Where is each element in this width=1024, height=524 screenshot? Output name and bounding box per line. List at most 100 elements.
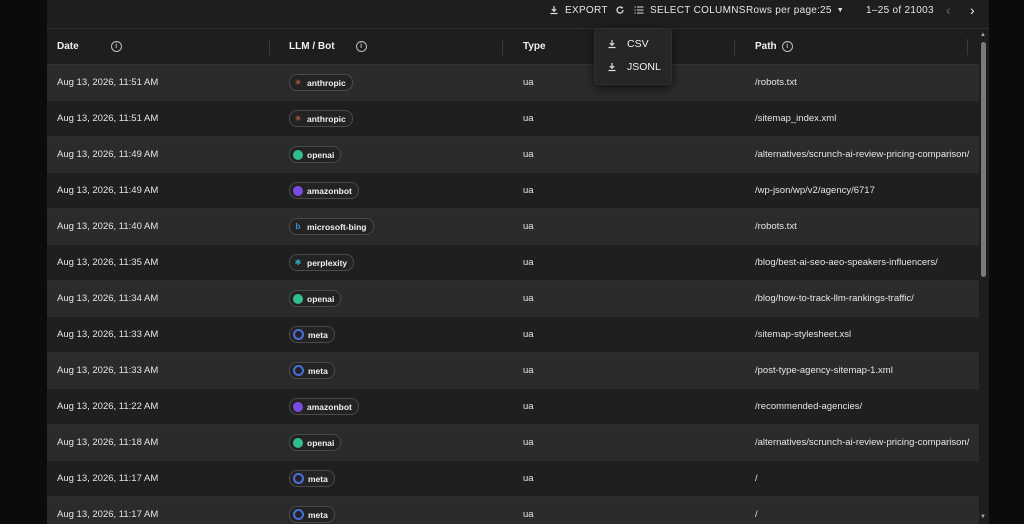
table-row[interactable]: Aug 13, 2026, 11:18 AM openai ua /altern…: [47, 425, 979, 461]
table-row[interactable]: Aug 13, 2026, 11:49 AM amazonbot ua /wp-…: [47, 173, 979, 209]
bot-name: meta: [308, 509, 328, 520]
bot-chip[interactable]: meta: [289, 506, 335, 523]
column-header-label: Type: [523, 41, 546, 52]
cell-date: Aug 13, 2026, 11:17 AM: [57, 509, 159, 520]
bot-icon: [293, 401, 303, 412]
bot-icon: b: [295, 221, 301, 231]
bot-icon: [293, 185, 303, 196]
table-row[interactable]: Aug 13, 2026, 11:33 AM meta ua /sitemap-…: [47, 317, 979, 353]
cell-bot: meta: [289, 317, 335, 352]
cell-type: ua: [523, 149, 534, 160]
cell-path: /robots.txt: [755, 221, 797, 232]
bot-icon: ✳: [294, 113, 302, 123]
bot-icon: [293, 293, 303, 304]
bot-name: meta: [308, 365, 328, 376]
bot-icon: [293, 365, 304, 376]
scrollbar-thumb[interactable]: [981, 42, 986, 277]
table-row[interactable]: Aug 13, 2026, 11:40 AM b microsoft-bing u…: [47, 209, 979, 245]
bot-chip[interactable]: meta: [289, 362, 335, 379]
bot-chip[interactable]: amazonbot: [289, 182, 359, 199]
bot-icon: [293, 437, 303, 448]
bot-icon: ✳: [294, 77, 302, 87]
pagination-range: 1–25 of 21003: [866, 4, 934, 16]
bot-chip[interactable]: ✳ anthropic: [289, 74, 353, 91]
cell-path: /: [755, 509, 758, 520]
column-header-type[interactable]: Type: [523, 29, 546, 64]
select-columns-button[interactable]: SELECT COLUMNS: [634, 0, 746, 20]
cell-date: Aug 13, 2026, 11:34 AM: [57, 293, 159, 304]
column-header-date[interactable]: Date i: [57, 29, 122, 64]
column-header-label: Path: [755, 41, 777, 52]
cell-date: Aug 13, 2026, 11:17 AM: [57, 473, 159, 484]
export-jsonl-option[interactable]: JSONL: [595, 56, 671, 78]
rows-per-page-value: 25: [820, 4, 832, 16]
cell-bot: b microsoft-bing: [289, 209, 374, 244]
bot-chip[interactable]: ✱ perplexity: [289, 254, 355, 271]
cell-bot: ✳ anthropic: [289, 101, 353, 136]
rows-per-page-select[interactable]: 25 ▼: [820, 0, 844, 20]
cell-path: /post-type-agency-sitemap-1.xml: [755, 365, 893, 376]
cell-type: ua: [523, 185, 534, 196]
column-divider[interactable]: [502, 39, 503, 55]
bot-chip[interactable]: ✳ anthropic: [289, 110, 353, 127]
cell-type: ua: [523, 113, 534, 124]
cell-path: /wp-json/wp/v2/agency/6717: [755, 185, 875, 196]
cell-bot: meta: [289, 353, 335, 388]
vertical-scrollbar[interactable]: ▲ ▼: [980, 32, 987, 524]
table-row[interactable]: Aug 13, 2026, 11:17 AM meta ua /: [47, 461, 979, 497]
bot-chip[interactable]: meta: [289, 470, 335, 487]
column-divider[interactable]: [734, 39, 735, 55]
column-header-path[interactable]: Path i: [755, 29, 793, 64]
cell-date: Aug 13, 2026, 11:35 AM: [57, 257, 159, 268]
export-menu: CSV JSONL: [594, 28, 672, 85]
table-row[interactable]: Aug 13, 2026, 11:22 AM amazonbot ua /rec…: [47, 389, 979, 425]
table-body: Aug 13, 2026, 11:51 AM ✳ anthropic ua /ro…: [47, 65, 979, 524]
cell-type: ua: [523, 293, 534, 304]
cell-path: /robots.txt: [755, 77, 797, 88]
table-row[interactable]: Aug 13, 2026, 11:34 AM openai ua /blog/h…: [47, 281, 979, 317]
info-icon[interactable]: i: [110, 41, 122, 52]
table-row[interactable]: Aug 13, 2026, 11:49 AM openai ua /altern…: [47, 137, 979, 173]
cell-bot: openai: [289, 137, 342, 172]
bot-chip[interactable]: openai: [289, 146, 342, 163]
scroll-up-arrow-icon[interactable]: ▲: [980, 32, 986, 38]
prev-page-button[interactable]: ‹: [946, 0, 951, 20]
refresh-button[interactable]: [615, 0, 631, 20]
bot-name: openai: [307, 149, 335, 160]
export-csv-option[interactable]: CSV: [595, 33, 671, 55]
next-page-button[interactable]: ›: [970, 0, 975, 20]
cell-type: ua: [523, 401, 534, 412]
cell-date: Aug 13, 2026, 11:51 AM: [57, 77, 159, 88]
bot-chip[interactable]: b microsoft-bing: [289, 218, 374, 235]
column-divider[interactable]: [967, 39, 968, 55]
bot-chip[interactable]: openai: [289, 290, 342, 307]
scroll-down-arrow-icon[interactable]: ▼: [980, 514, 986, 520]
table-row[interactable]: Aug 13, 2026, 11:51 AM ✳ anthropic ua /ro…: [47, 65, 979, 101]
caret-down-icon: ▼: [836, 6, 844, 14]
column-header-bot[interactable]: LLM / Bot i: [289, 29, 367, 64]
bot-icon: [293, 509, 304, 520]
bot-name: meta: [308, 473, 328, 484]
export-label: EXPORT: [565, 4, 608, 16]
column-divider[interactable]: [269, 39, 270, 55]
bot-chip[interactable]: openai: [289, 434, 342, 451]
cell-type: ua: [523, 257, 534, 268]
table-row[interactable]: Aug 13, 2026, 11:35 AM ✱ perplexity ua /b…: [47, 245, 979, 281]
bot-chip[interactable]: amazonbot: [289, 398, 359, 415]
bot-name: openai: [307, 437, 335, 448]
table-row[interactable]: Aug 13, 2026, 11:17 AM meta ua /: [47, 497, 979, 524]
bot-name: perplexity: [307, 257, 348, 268]
bot-traffic-table-panel: EXPORT SELECT COLUMNS Rows per page: 25 …: [47, 0, 989, 524]
bot-name: meta: [308, 329, 328, 340]
bot-chip[interactable]: meta: [289, 326, 335, 343]
info-icon[interactable]: i: [781, 41, 793, 52]
cell-type: ua: [523, 365, 534, 376]
column-header-label: Date: [57, 41, 79, 52]
table-row[interactable]: Aug 13, 2026, 11:51 AM ✳ anthropic ua /si…: [47, 101, 979, 137]
export-button[interactable]: EXPORT: [549, 0, 608, 20]
cell-path: /alternatives/scrunch-ai-review-pricing-…: [755, 437, 970, 448]
download-icon: [550, 6, 558, 15]
info-icon[interactable]: i: [355, 41, 367, 52]
table-row[interactable]: Aug 13, 2026, 11:33 AM meta ua /post-typ…: [47, 353, 979, 389]
column-header-label: LLM / Bot: [289, 41, 335, 52]
